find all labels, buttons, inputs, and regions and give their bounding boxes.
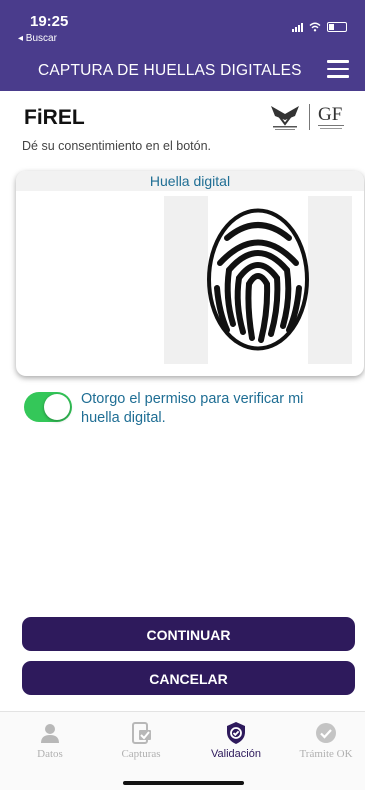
gf-logo-text: GF xyxy=(318,104,342,125)
tab-label: Trámite OK xyxy=(299,748,353,760)
fingerprint-icon[interactable] xyxy=(207,208,309,351)
card-title: Huella digital xyxy=(149,173,231,189)
consent-label: Otorgo el permiso para verificar mi huel… xyxy=(81,391,304,426)
tab-datos[interactable]: Datos xyxy=(14,712,86,767)
continue-button[interactable]: CONTINUAR xyxy=(22,617,355,651)
institution-logos: GF xyxy=(265,100,349,134)
person-icon xyxy=(41,724,59,743)
fingerprint-slot-right xyxy=(308,196,352,364)
signal-icon xyxy=(292,22,303,32)
cancel-button[interactable]: CANCELAR xyxy=(22,661,355,695)
card-header: Huella digital xyxy=(16,171,364,191)
consent-toggle[interactable] xyxy=(24,392,72,422)
check-circle-icon xyxy=(316,723,336,743)
shield-check-icon xyxy=(227,722,245,744)
sat-logo xyxy=(271,106,299,130)
home-indicator xyxy=(123,781,244,785)
fingerprint-card: Huella digital xyxy=(16,171,364,376)
app-header: 19:25 ◂ Buscar CAPTURA DE HUELLAS DIGITA… xyxy=(0,0,365,91)
tab-capturas[interactable]: Capturas xyxy=(105,712,177,767)
back-to-search-link[interactable]: ◂ Buscar xyxy=(18,33,57,44)
bottom-tab-bar: Datos Capturas Validación Trámite OK xyxy=(0,711,365,790)
tab-label: Datos xyxy=(37,748,63,760)
hamburger-menu-icon[interactable] xyxy=(327,60,349,78)
tab-validacion[interactable]: Validación xyxy=(200,712,272,767)
page-title: CAPTURA DE HUELLAS DIGITALES xyxy=(38,62,302,79)
tab-label: Validación xyxy=(211,748,261,760)
logo-divider xyxy=(309,104,310,130)
wifi-icon xyxy=(309,22,321,32)
fingerprint-slot-left xyxy=(164,196,208,364)
capture-icon xyxy=(132,722,151,744)
tab-label: Capturas xyxy=(121,748,161,760)
tab-tramite-ok[interactable]: Trámite OK xyxy=(290,712,362,767)
status-icons xyxy=(292,22,347,32)
gf-logo: GF xyxy=(318,104,344,129)
app-name: FiREL xyxy=(24,106,85,129)
status-time: 19:25 xyxy=(30,13,69,30)
battery-icon xyxy=(327,22,347,32)
toggle-knob xyxy=(44,394,70,420)
instruction-text: Dé su consentimiento en el botón. xyxy=(22,139,212,153)
